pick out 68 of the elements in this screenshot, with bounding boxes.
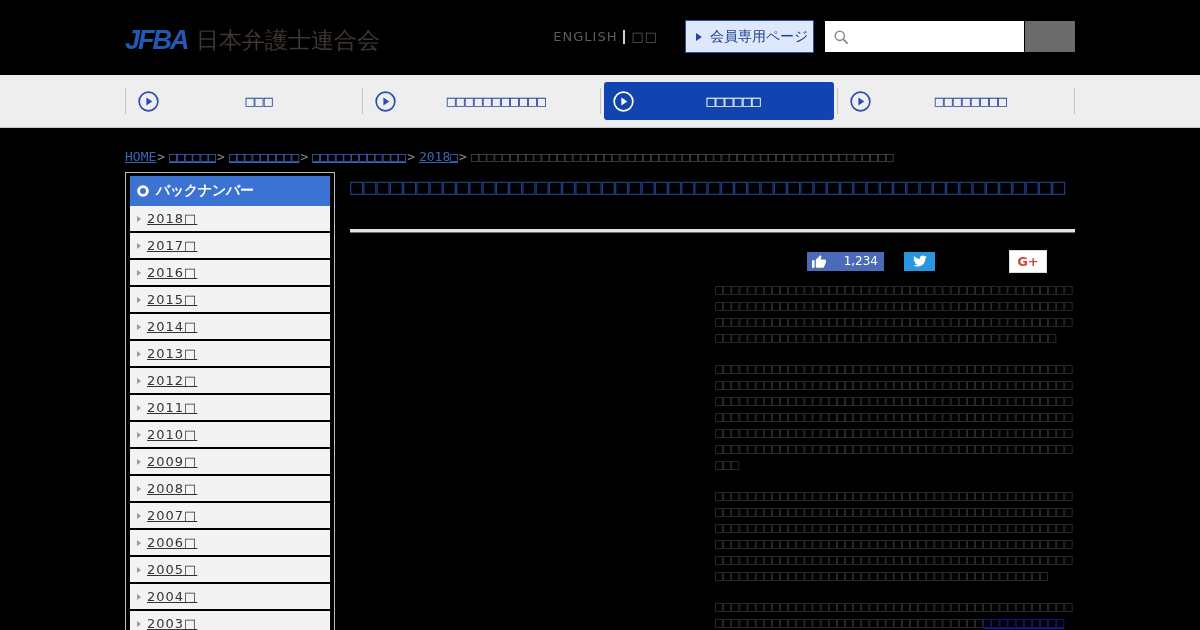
nav-tab[interactable]: □□□□□□□□ xyxy=(840,82,1071,120)
breadcrumb-separator: > xyxy=(300,149,309,164)
article-paragraph: □□□□□□□□□□□□□□□□□□□□□□□□□□□□□□□□□□□□□□□□□□□□□□□□□□□□□□□□□□□□□□□□□□□□□□□□□□□□□□□□□□□□□□□□□□□□□□□□□□□□□□□□□□□□□□□□□□□□□□□□□□□□□□□□□□□□□□□□□□□□□□□□□□□□□□□□□□□□□□□□□□□□□□□□□□□□□□□□□□□□□□□□□□□□□□□□□□□□□□□□□□□□□□□□□□□□□□□□□□□□□□□□□□□□□□□□□□□□□□□□□□□□□□□□□□□□□□□□□□□□□□□□□□□ xyxy=(715,360,1074,472)
bird-icon xyxy=(912,255,927,267)
breadcrumb-separator: > xyxy=(407,149,415,164)
triangle-icon xyxy=(137,269,141,276)
breadcrumb-separator: > xyxy=(157,149,166,164)
sidebar-item[interactable]: 2009□ xyxy=(130,449,330,476)
breadcrumb-separator: > xyxy=(459,149,467,164)
like-button[interactable]: 1,234 xyxy=(807,251,884,271)
triangle-icon xyxy=(137,458,141,465)
sidebar-item[interactable]: 2006□ xyxy=(130,530,330,557)
sidebar-item[interactable]: 2005□ xyxy=(130,557,330,584)
search-field[interactable] xyxy=(825,21,1024,52)
nav-tab[interactable]: □□□ xyxy=(129,82,360,120)
nav-tab[interactable]: □□□□□□ xyxy=(603,82,834,120)
breadcrumb-link[interactable]: □□□□□□□□□ xyxy=(228,149,300,164)
article-paragraph: □□□□□□□□□□□□□□□□□□□□□□□□□□□□□□□□□□□□□□□□□□□□□□□□□□□□□□□□□□□□□□□□□□□□□□□□□□□□□□□□□□□□□□□□□□□□□□□□□□□□□□□□□□□□□□□□□□□□□□□□□□□□□□□□□□□□□□□□□□□□□□□□□□□□□□□□□□□□□□□□□□□□□□□□□□□□□□□□□□□□□□□□□□□□□□□□□□□□□□□□□□□□□□□□□□□□□□□□□□□□□□□□□□□□□□□□□□□□□□□□□□□□□□□□□□□□□□□□□□□□□ xyxy=(715,487,1074,583)
sidebar-item[interactable]: 2011□ xyxy=(130,395,330,422)
thumbs-up-icon xyxy=(812,254,826,268)
ring-icon xyxy=(137,185,149,197)
play-circle-icon xyxy=(849,90,871,112)
sidebar-item[interactable]: 2008□ xyxy=(130,476,330,503)
triangle-icon xyxy=(137,620,141,627)
article-title: □□□□□□□□□□□□□□□□□□□□□□□□□□□□□□□□□□□□□□□□□□□□□□□□□□□□□□ xyxy=(350,173,1067,201)
article-paragraph: □□□□□□□□□□□□□□□□□□□□□□□□□□□□□□□□□□□□□□□□□□□□□□□□□□□□□□□□□□□□□□□□□□□□□□□□□□□□□□□□□□□□□□□□□□□□□□□□□□□□□□□□□□□□□□□□□□□□□□□□□□□□□□□□□□□□□□□□□□□□□□□□□□□□□□□□□□□□□□□□□□□□□□□□□□□□□□ xyxy=(715,281,1074,345)
breadcrumb-current: □□□□□□□□□□□□□□□□□□□□□□□□□□□□□□□□□□□□□□□□□□□□□□□□□□□□□□ xyxy=(470,149,894,164)
triangle-icon xyxy=(137,431,141,438)
sidebar-item[interactable]: 2010□ xyxy=(130,422,330,449)
breadcrumb-link[interactable]: 2018□ xyxy=(418,149,459,164)
sidebar-item[interactable]: 2017□ xyxy=(130,233,330,260)
triangle-icon xyxy=(137,566,141,573)
sidebar-item[interactable]: 2004□ xyxy=(130,584,330,611)
triangle-icon xyxy=(137,404,141,411)
sidebar-item[interactable]: 2014□ xyxy=(130,314,330,341)
share-button[interactable] xyxy=(904,251,935,271)
sidebar-item[interactable]: 2007□ xyxy=(130,503,330,530)
breadcrumb-link[interactable]: □□□□□□ xyxy=(169,149,217,164)
triangle-icon xyxy=(137,242,141,249)
play-circle-icon xyxy=(138,90,159,112)
member-page-button[interactable]: 会員専用ページ xyxy=(685,20,814,53)
search-button[interactable] xyxy=(1025,21,1075,52)
triangle-icon xyxy=(137,539,141,546)
g-plus-button[interactable]: G+ xyxy=(1009,249,1047,273)
sidebar-item[interactable]: 2013□ xyxy=(130,341,330,368)
sidebar-item[interactable]: 2018□ xyxy=(130,206,330,233)
triangle-icon xyxy=(696,32,702,41)
sidebar-item[interactable]: 2012□ xyxy=(130,368,330,395)
breadcrumb-link[interactable]: HOME xyxy=(125,149,157,164)
play-circle-icon xyxy=(612,90,634,112)
triangle-icon xyxy=(137,377,141,384)
sidebar-item[interactable]: 2016□ xyxy=(130,260,330,287)
sidebar-item[interactable]: 2003□ xyxy=(130,611,330,630)
article-paragraph: □□□□□□□□□□□□□□□□□□□□□□□□□□□□□□□□□□□□□□□□□□□□□□□□□□□□□□□□□□□□□□□□□□□□□□□□□□□□□□□□□□□□□□□ xyxy=(715,598,1074,630)
triangle-icon xyxy=(137,512,141,519)
triangle-icon xyxy=(137,323,141,330)
triangle-icon xyxy=(137,296,141,303)
triangle-icon xyxy=(137,350,141,357)
triangle-icon xyxy=(137,593,141,600)
breadcrumb-link[interactable]: □□□□□□□□□□□□ xyxy=(312,149,407,164)
nav-tab[interactable]: □□□□□□□□□□□ xyxy=(366,82,597,120)
sidebar-item[interactable]: 2015□ xyxy=(130,287,330,314)
search-icon xyxy=(834,29,848,44)
play-circle-icon xyxy=(375,90,397,112)
breadcrumb-separator: > xyxy=(217,149,225,164)
triangle-icon xyxy=(137,485,141,492)
sidebar-title: バックナンバー xyxy=(156,182,254,200)
triangle-icon xyxy=(137,215,141,222)
